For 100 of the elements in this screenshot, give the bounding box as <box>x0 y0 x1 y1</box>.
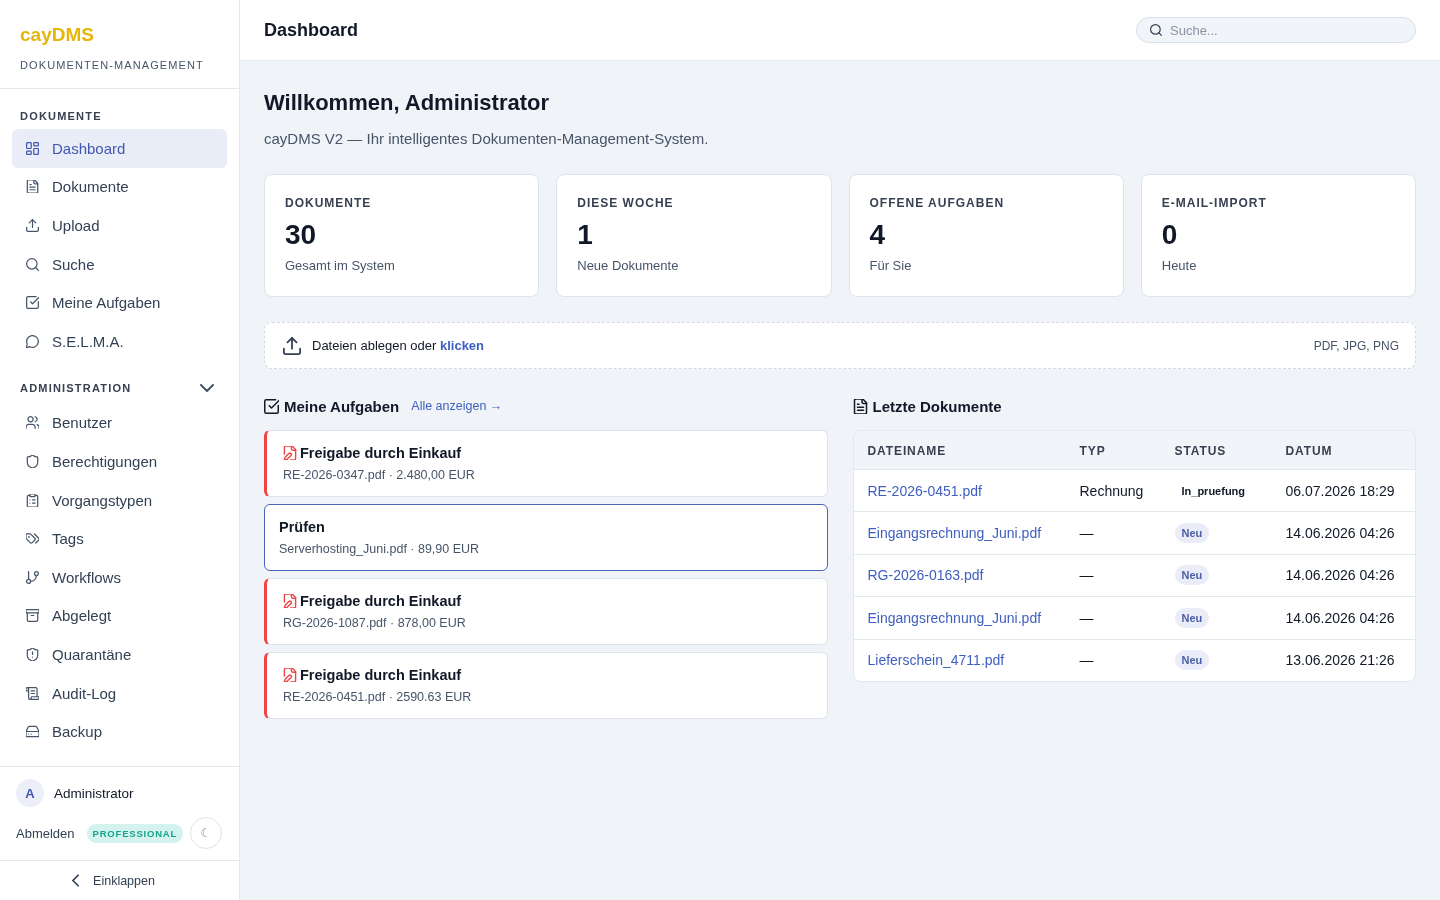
document-edit-icon <box>283 668 297 682</box>
shield-alert-icon <box>26 647 39 661</box>
task-detail: RE-2026-0347.pdf · 2.480,00 EUR <box>283 467 475 484</box>
document-edit-icon <box>283 594 297 608</box>
search-icon <box>26 257 39 271</box>
file-link[interactable]: Lieferschein_4711.pdf <box>867 652 1005 669</box>
stat-caption: Heute <box>1161 257 1197 275</box>
task-title: Freigabe durch Einkauf <box>300 593 462 609</box>
search-icon <box>1150 24 1162 36</box>
nav-item[interactable]: Abgelegt <box>12 596 227 636</box>
status-badge: Neu <box>1174 565 1210 586</box>
file-link[interactable]: Eingangsrechnung_Juni.pdf <box>867 609 1042 626</box>
task-detail: RG-2026-1087.pdf · 878,00 EUR <box>283 615 466 632</box>
shield-icon <box>26 454 39 468</box>
nav-item[interactable]: Audit-Log <box>12 673 227 713</box>
user-avatar: A <box>16 779 44 807</box>
section-title: ADMINISTRATION <box>20 381 132 394</box>
task-card[interactable]: Prüfen Serverhosting_Juni.pdf · 89,90 EUR <box>264 504 828 571</box>
stat-label: OFFENE AUFGABEN <box>869 195 1005 211</box>
welcome-heading: Willkommen, Administrator <box>264 89 550 117</box>
upload-icon <box>26 219 39 232</box>
nav-item[interactable]: Meine Aufgaben <box>12 283 227 322</box>
collapse-button[interactable]: Einklappen <box>66 869 161 892</box>
section-title: DOKUMENTE <box>20 110 102 122</box>
stat-value: 4 <box>869 218 886 252</box>
plan-badge: PROFESSIONAL <box>86 823 184 843</box>
brand-name: cayDMS <box>20 23 94 47</box>
nav-item[interactable]: S.E.L.M.A. <box>12 321 227 361</box>
table-cell: — <box>1079 567 1094 584</box>
theme-toggle-button[interactable]: ☾ <box>190 817 222 849</box>
hard-drive-icon <box>26 725 39 739</box>
stat-label: DOKUMENTE <box>285 195 372 211</box>
file-link[interactable]: RG-2026-0163.pdf <box>867 567 984 584</box>
chat-bubble-icon <box>26 334 39 348</box>
click-link[interactable]: klicken <box>439 338 485 353</box>
task-card[interactable]: Freigabe durch Einkauf RG-2026-1087.pdf · 878,00 EUR <box>264 578 828 645</box>
nav-item[interactable]: Backup <box>12 712 227 751</box>
stat-label: E-MAIL-IMPORT <box>1161 195 1267 211</box>
stat-value: 0 <box>1161 218 1178 252</box>
task-detail: Serverhosting_Juni.pdf · 89,90 EUR <box>279 541 480 558</box>
show-all-link[interactable]: Alle anzeigen → <box>411 399 503 413</box>
status-badge: Neu <box>1174 523 1210 544</box>
nav-item[interactable]: Dashboard <box>12 129 227 168</box>
column-header: DATEINAME <box>867 444 947 458</box>
column-header: TYP <box>1079 444 1106 458</box>
file-formats: PDF, JPG, PNG <box>1313 338 1399 353</box>
page-title: Dashboard <box>264 19 359 41</box>
document-icon <box>26 180 39 194</box>
upload-prompt: Dateien ablegen oder klicken <box>312 338 485 353</box>
file-link[interactable]: Eingangsrechnung_Juni.pdf <box>867 525 1042 542</box>
document-icon <box>852 398 868 414</box>
task-card[interactable]: Freigabe durch Einkauf RE-2026-0347.pdf · 2.480,00 EUR <box>264 430 828 497</box>
brand-tagline: DOKUMENTEN-MANAGEMENT <box>20 58 204 73</box>
checkbox-icon <box>264 398 279 414</box>
task-title: Freigabe durch Einkauf <box>300 667 462 683</box>
user-name: Administrator <box>54 785 134 801</box>
table-cell: — <box>1079 652 1094 669</box>
section-heading: Letzte Dokumente <box>872 397 1002 415</box>
document-edit-icon <box>283 446 297 460</box>
clipboard-list-icon <box>26 493 39 507</box>
task-title: Freigabe durch Einkauf <box>300 445 462 461</box>
table-cell: — <box>1079 525 1094 542</box>
scroll-icon <box>26 686 39 700</box>
nav-item[interactable]: Workflows <box>12 557 227 597</box>
stat-caption: Für Sie <box>869 257 912 275</box>
dashboard-grid-icon <box>26 141 39 155</box>
logout-link[interactable]: Abmelden <box>16 825 75 841</box>
nav-item[interactable]: Berechtigungen <box>12 442 227 481</box>
status-badge: Neu <box>1174 650 1210 671</box>
task-title: Prüfen <box>279 519 325 535</box>
stat-caption: Gesamt im System <box>285 257 395 275</box>
task-card[interactable]: Freigabe durch Einkauf RE-2026-0451.pdf · 2590.63 EUR <box>264 652 828 719</box>
task-detail: RE-2026-0451.pdf · 2590.63 EUR <box>283 689 472 706</box>
nav-item[interactable]: Benutzer <box>12 403 227 443</box>
nav-item[interactable]: Dokumente <box>12 167 227 207</box>
status-text: In_pruefung <box>1180 483 1247 499</box>
stat-label: DIESE WOCHE <box>577 195 674 211</box>
column-header: DATUM <box>1285 444 1333 458</box>
table-cell: 14.06.2026 04:26 <box>1285 525 1395 542</box>
welcome-subtitle: cayDMS V2 — Ihr intelligentes Dokumenten-Management-System. <box>264 129 709 149</box>
stat-caption: Neue Dokumente <box>577 257 679 275</box>
upload-icon <box>283 336 301 355</box>
checkbox-icon <box>26 296 39 310</box>
table-cell: 06.07.2026 18:29 <box>1285 482 1395 499</box>
chevron-down-icon[interactable] <box>200 383 214 392</box>
nav-item[interactable]: Vorgangstypen <box>12 480 227 520</box>
nav-item[interactable]: Tags <box>12 519 227 558</box>
nav-item[interactable]: Suche <box>12 244 227 284</box>
search-field[interactable]: Suche... <box>1136 17 1416 43</box>
stat-value: 30 <box>285 218 317 252</box>
nav-item[interactable]: Upload <box>12 206 227 245</box>
tags-icon <box>26 532 39 546</box>
column-header: STATUS <box>1174 444 1227 458</box>
table-cell: — <box>1079 609 1094 626</box>
status-badge: Neu <box>1174 607 1210 628</box>
chevron-left-icon <box>72 874 80 887</box>
nav-item[interactable]: Quarantäne <box>12 635 227 674</box>
table-cell: 14.06.2026 04:26 <box>1285 567 1395 584</box>
file-link[interactable]: RE-2026-0451.pdf <box>867 482 982 499</box>
upload-dropzone[interactable]: Dateien ablegen oder klicken PDF, JPG, PNG <box>264 322 1416 369</box>
